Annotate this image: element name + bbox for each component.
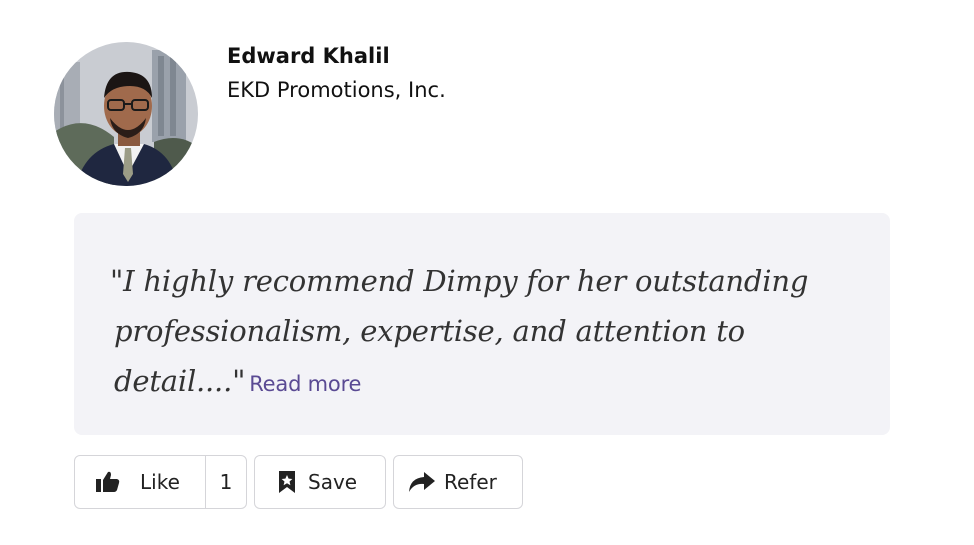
testimonial-line-1: "I highly recommend Dimpy for her outsta… (110, 264, 809, 298)
like-button-group: Like 1 (74, 455, 247, 509)
share-arrow-icon (408, 471, 436, 493)
testimonial-line-3-text: detail...." (114, 364, 246, 398)
testimonial-text: "I highly recommend Dimpy for her outsta… (110, 256, 850, 409)
refer-button[interactable]: Refer (393, 455, 523, 509)
read-more-link[interactable]: Read more (249, 372, 361, 396)
like-count[interactable]: 1 (206, 470, 246, 494)
thumbs-up-icon (96, 471, 120, 493)
testimonial-line-3: detail...." Read more (110, 356, 850, 409)
author-name: Edward Khalil (227, 44, 390, 68)
testimonial-quote-box: "I highly recommend Dimpy for her outsta… (74, 213, 890, 435)
refer-label: Refer (444, 470, 497, 494)
save-button[interactable]: Save (254, 455, 386, 509)
testimonial-line-2: professionalism, expertise, and attentio… (114, 314, 745, 348)
like-label: Like (140, 470, 180, 494)
author-company: EKD Promotions, Inc. (227, 78, 446, 102)
save-label: Save (308, 470, 358, 494)
like-button[interactable]: Like (75, 456, 206, 508)
author-avatar (54, 42, 198, 186)
bookmark-star-icon (278, 470, 296, 494)
